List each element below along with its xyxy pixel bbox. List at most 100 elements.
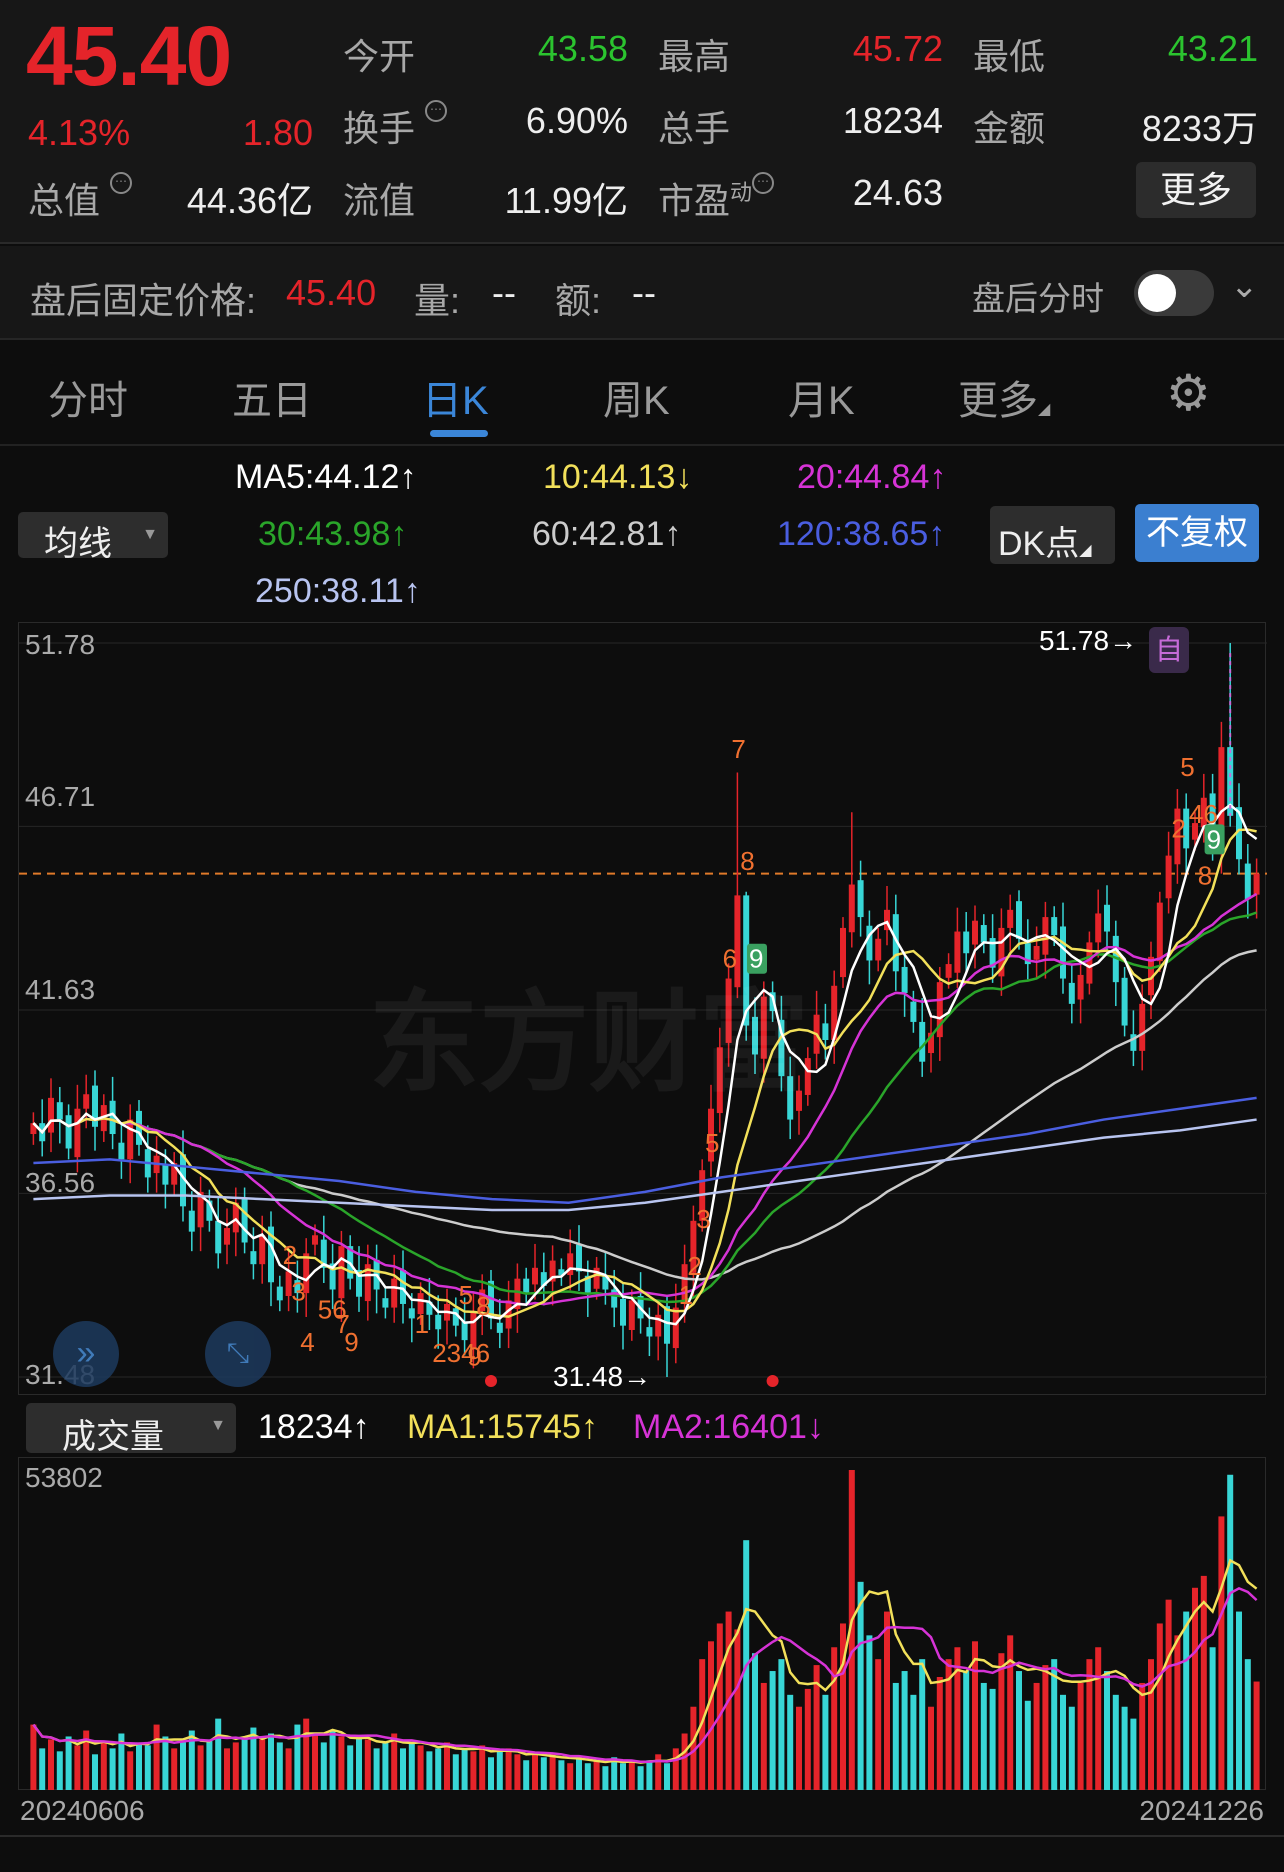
tab-daily-k[interactable]: 日K xyxy=(422,368,489,426)
dk-point-button[interactable]: DK点◢ xyxy=(990,506,1115,564)
candle-body xyxy=(945,964,952,978)
volume-bar xyxy=(1253,1681,1260,1790)
volume-indicator-selector[interactable]: 成交量 ▼ xyxy=(26,1403,236,1456)
y-tick: 36.56 xyxy=(25,1167,96,1198)
candle-body xyxy=(646,1327,653,1337)
candle-body xyxy=(48,1097,54,1133)
candle-body xyxy=(972,920,978,945)
candle-body xyxy=(954,931,961,973)
tab-intraday[interactable]: 分时 xyxy=(48,368,128,426)
volume-bar xyxy=(769,1671,776,1790)
volume-bar xyxy=(752,1653,758,1790)
volume-bar xyxy=(804,1688,811,1790)
volume-bar xyxy=(1209,1647,1216,1790)
volume-max-label: 53802 xyxy=(25,1462,103,1493)
volume-label: 总手 xyxy=(658,108,731,149)
volume-bar xyxy=(1183,1611,1190,1790)
candle-body xyxy=(901,966,908,994)
candle-body xyxy=(250,1251,257,1265)
volume-bar xyxy=(56,1751,63,1790)
settings-gear-icon[interactable]: ⚙ xyxy=(1166,364,1211,422)
candle-body xyxy=(1139,1003,1146,1051)
td-mark: 8 xyxy=(740,846,754,876)
candle-body xyxy=(1244,863,1251,899)
expand-sidebar-icon[interactable]: » xyxy=(53,1321,119,1387)
tab-more[interactable]: 更多◢ xyxy=(958,368,1050,426)
post-vol-label: 量: xyxy=(414,280,461,321)
candlestick-chart[interactable]: 7 6 8 9 5 3 2 1 5 2 46 9 8 2 3 56 4 7 9 5 8 1 2346 9 东方财富 51.78… xyxy=(18,622,1267,1395)
candle-body xyxy=(1253,873,1260,895)
volume-bar xyxy=(1007,1635,1014,1790)
volume-bar xyxy=(708,1641,714,1790)
volume-svg xyxy=(30,1470,1260,1790)
candle-body xyxy=(848,884,855,933)
volume-bar xyxy=(1042,1665,1049,1790)
volume-bar xyxy=(1051,1659,1058,1790)
candle-body xyxy=(127,1119,134,1160)
candle-body xyxy=(875,938,882,961)
candle-body xyxy=(1104,904,1110,932)
ma30-value: 30:43.98↑ xyxy=(258,515,408,553)
ma120-line xyxy=(33,1096,1257,1204)
info-icon[interactable]: ⋯ xyxy=(752,172,775,194)
volume-bar xyxy=(144,1745,151,1790)
chevron-down-icon[interactable]: ⌄ xyxy=(1230,266,1259,306)
candle-body xyxy=(1086,942,1093,984)
volume-bar xyxy=(936,1676,943,1790)
ma250-line xyxy=(33,1118,1257,1212)
last-price: 45.40 xyxy=(26,9,232,103)
volume-bar xyxy=(576,1757,582,1790)
volume-bar xyxy=(822,1694,829,1790)
candle-body xyxy=(1095,913,1102,943)
volume-bar xyxy=(329,1730,336,1790)
tab-five-day[interactable]: 五日 xyxy=(232,368,312,426)
active-tab-indicator xyxy=(430,430,488,437)
volume-bar xyxy=(488,1757,494,1790)
volume-bar xyxy=(523,1760,530,1790)
ma5-value: MA5:44.12↑ xyxy=(235,458,417,496)
max-badge[interactable]: 自 xyxy=(1149,627,1189,673)
info-icon[interactable]: ⋯ xyxy=(110,172,133,194)
volume-bar xyxy=(206,1739,213,1790)
td-mark: 8 xyxy=(476,1291,490,1321)
volume-bar xyxy=(1139,1682,1146,1790)
candle-body xyxy=(241,1198,248,1243)
change-percent: 4.13% xyxy=(28,112,131,153)
y-tick: 41.63 xyxy=(25,974,96,1005)
post-intraday-toggle[interactable] xyxy=(1134,270,1214,316)
volume-bar xyxy=(584,1763,591,1790)
candle-body xyxy=(664,1306,670,1344)
volume-bar xyxy=(760,1682,767,1790)
volume-bar xyxy=(514,1754,521,1790)
volume-bar xyxy=(734,1629,741,1790)
candle-body xyxy=(672,1307,679,1349)
volume-bar xyxy=(646,1760,653,1790)
candle-body xyxy=(162,1164,169,1185)
volume-bar xyxy=(998,1653,1005,1790)
candle-body xyxy=(1165,855,1172,899)
adjust-button[interactable]: 不复权 xyxy=(1135,504,1259,562)
tab-weekly-k[interactable]: 周K xyxy=(603,368,670,426)
info-icon[interactable]: ⋯ xyxy=(425,100,448,122)
volume-bar xyxy=(215,1718,222,1790)
volume-bar xyxy=(1174,1635,1181,1790)
fullscreen-icon[interactable]: ⤡ xyxy=(205,1321,271,1387)
indicator-selector[interactable]: 均线 ▼ xyxy=(18,512,168,563)
volume-bar xyxy=(928,1706,934,1790)
volume-bar xyxy=(620,1763,626,1790)
volume-bar xyxy=(831,1647,838,1790)
tab-monthly-k[interactable]: 月K xyxy=(788,368,855,426)
volume-bar xyxy=(892,1682,899,1790)
candle-body xyxy=(628,1300,635,1330)
max-price-label: 51.78→ xyxy=(1039,625,1138,656)
volume-chart[interactable]: 53802 xyxy=(18,1457,1266,1790)
candle-body xyxy=(1121,977,1128,1026)
volume-bar xyxy=(1060,1694,1066,1790)
volume-bar xyxy=(39,1748,46,1790)
td-mark: 8 xyxy=(1198,861,1212,891)
volume-bar xyxy=(1236,1611,1242,1790)
volume-bar xyxy=(364,1739,371,1790)
candle-body xyxy=(840,927,846,978)
td-mark: 1 xyxy=(415,1309,429,1339)
more-button[interactable]: 更多 xyxy=(1136,162,1256,218)
